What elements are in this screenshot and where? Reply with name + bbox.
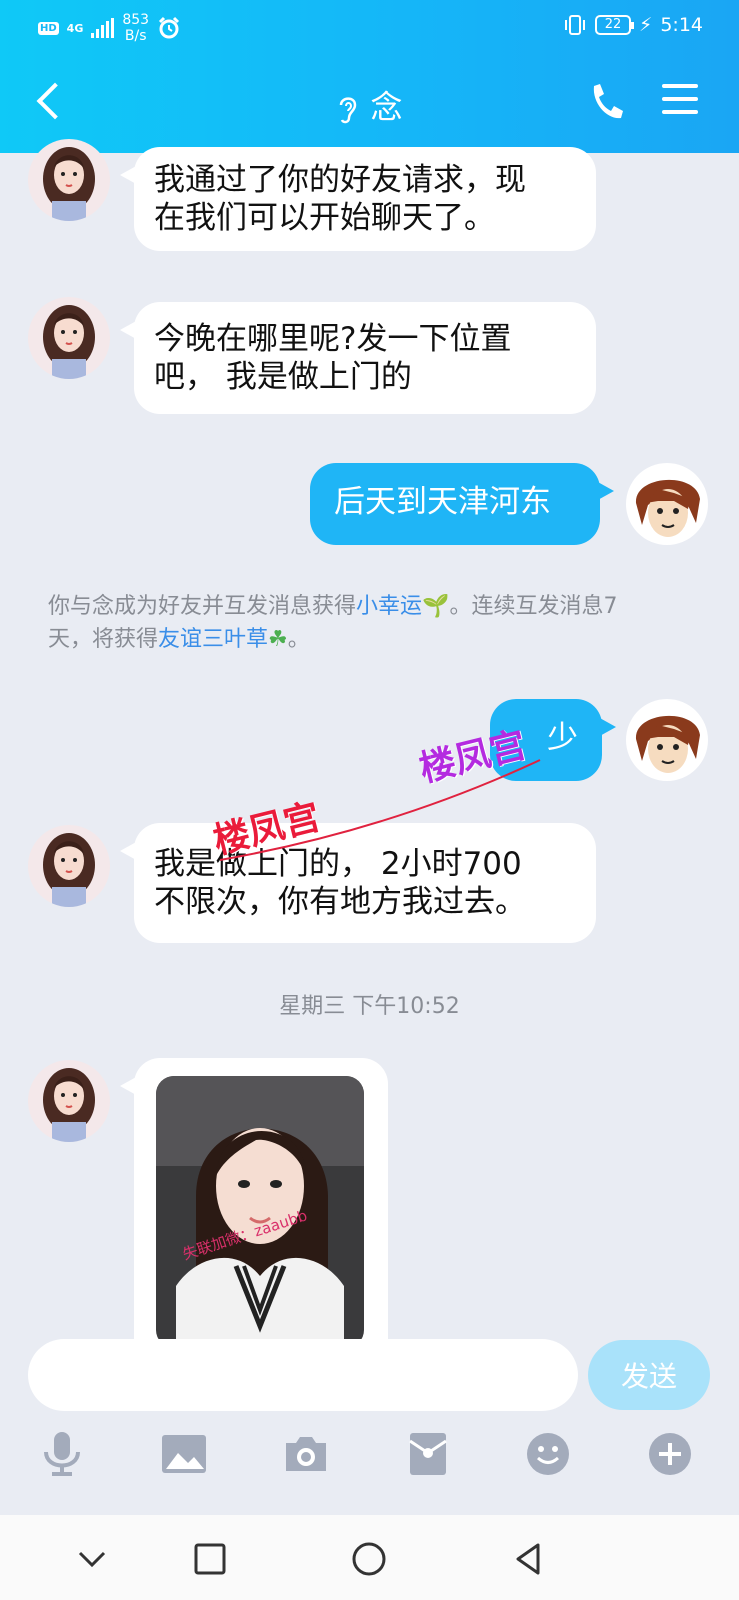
mic-icon: [44, 1432, 80, 1476]
message-bubble-outgoing[interactable]: 后天到天津河东: [310, 463, 614, 545]
contact-avatar[interactable]: [28, 1060, 110, 1142]
red-packet-icon: [409, 1433, 447, 1475]
message-line: 今晚在哪里呢?发一下位置: [154, 321, 512, 357]
plus-icon: [649, 1433, 691, 1475]
message-bubble-incoming[interactable]: 我通过了你的好友请求，现 在我们可以开始聊天了。: [120, 147, 596, 251]
battery-icon: 22: [594, 15, 634, 35]
nav-row: 念: [0, 72, 739, 132]
system-text: 你与念成为好友并互发消息获得: [48, 594, 357, 619]
menu-icon: [662, 84, 698, 114]
input-toolbar: [0, 1428, 739, 1488]
system-nav-bar: [0, 1515, 739, 1600]
menu-button[interactable]: [662, 84, 698, 120]
vibrate-icon: [564, 15, 585, 35]
chat-title[interactable]: 念: [0, 82, 739, 128]
emoji-button[interactable]: [522, 1428, 574, 1480]
lucky-link[interactable]: 小幸运: [356, 594, 422, 619]
ear-icon: [340, 97, 357, 124]
emoji-icon: [527, 1433, 569, 1475]
hd-badge: HD: [38, 21, 59, 35]
speed-value: 853: [122, 12, 150, 28]
more-button[interactable]: [644, 1428, 696, 1480]
status-bar: HD 4G 853 B/s 22 ⚡ 5:14: [0, 8, 739, 48]
message-timestamp: 星期三 下午10:52: [279, 994, 460, 1019]
home-icon: [352, 1542, 386, 1576]
clover-icon: ☘: [268, 627, 288, 652]
system-text: 天，将获得: [48, 627, 159, 652]
message-line: 后天到天津河东: [334, 484, 551, 520]
phone-icon: [593, 84, 623, 119]
message-line: 不限次，你有地方我过去。: [154, 884, 526, 920]
send-button[interactable]: 发送: [588, 1340, 710, 1410]
contact-avatar[interactable]: [28, 825, 110, 907]
input-bar: 发送: [0, 1338, 739, 1420]
network-speed: 853 B/s: [122, 12, 149, 44]
clover-link[interactable]: 友谊三叶草: [158, 627, 268, 652]
collapse-icon: [78, 1551, 106, 1568]
battery-level: 22: [604, 17, 622, 32]
contact-name: 念: [370, 88, 403, 126]
message-line: 吧， 我是做上门的: [154, 359, 412, 395]
speed-unit: B/s: [124, 28, 147, 44]
red-packet-button[interactable]: [402, 1428, 454, 1480]
back-nav-icon: [516, 1543, 540, 1575]
camera-icon: [286, 1437, 326, 1471]
system-text: 。连续互发消息7: [449, 594, 618, 619]
network-type: 4G: [66, 21, 84, 35]
back-nav-button[interactable]: [508, 1539, 548, 1579]
voice-button[interactable]: [36, 1428, 88, 1480]
clock: 5:14: [660, 14, 703, 36]
recents-icon: [194, 1543, 226, 1575]
contact-avatar[interactable]: [28, 297, 110, 379]
call-button[interactable]: [586, 80, 626, 124]
charging-icon: ⚡: [638, 14, 653, 36]
contact-avatar[interactable]: [28, 139, 110, 221]
message-line: 我通过了你的好友请求，现: [154, 162, 526, 198]
collapse-button[interactable]: [72, 1539, 112, 1579]
image-button[interactable]: [158, 1428, 210, 1480]
photo[interactable]: 失联加微：zaaubb: [156, 1076, 364, 1348]
chat-header: HD 4G 853 B/s 22 ⚡ 5:14 念: [0, 0, 739, 153]
alarm-icon: [159, 16, 180, 39]
system-text: 。: [287, 627, 310, 652]
recents-button[interactable]: [190, 1539, 230, 1579]
user-avatar[interactable]: [626, 699, 708, 781]
signal-icon: [91, 18, 115, 38]
image-icon: [162, 1435, 206, 1473]
message-bubble-incoming[interactable]: 今晚在哪里呢?发一下位置 吧， 我是做上门的: [120, 302, 596, 414]
camera-button[interactable]: [280, 1428, 332, 1480]
sprout-icon: 🌱: [422, 594, 450, 619]
system-message: 你与念成为好友并互发消息获得小幸运🌱。连续互发消息7 天，将获得友谊三叶草☘。: [48, 590, 698, 656]
image-message-bubble[interactable]: 失联加微：zaaubb: [120, 1058, 388, 1348]
message-line: 在我们可以开始聊天了。: [154, 200, 495, 236]
message-input[interactable]: [28, 1339, 578, 1411]
user-avatar[interactable]: [626, 463, 708, 545]
home-button[interactable]: [349, 1539, 389, 1579]
